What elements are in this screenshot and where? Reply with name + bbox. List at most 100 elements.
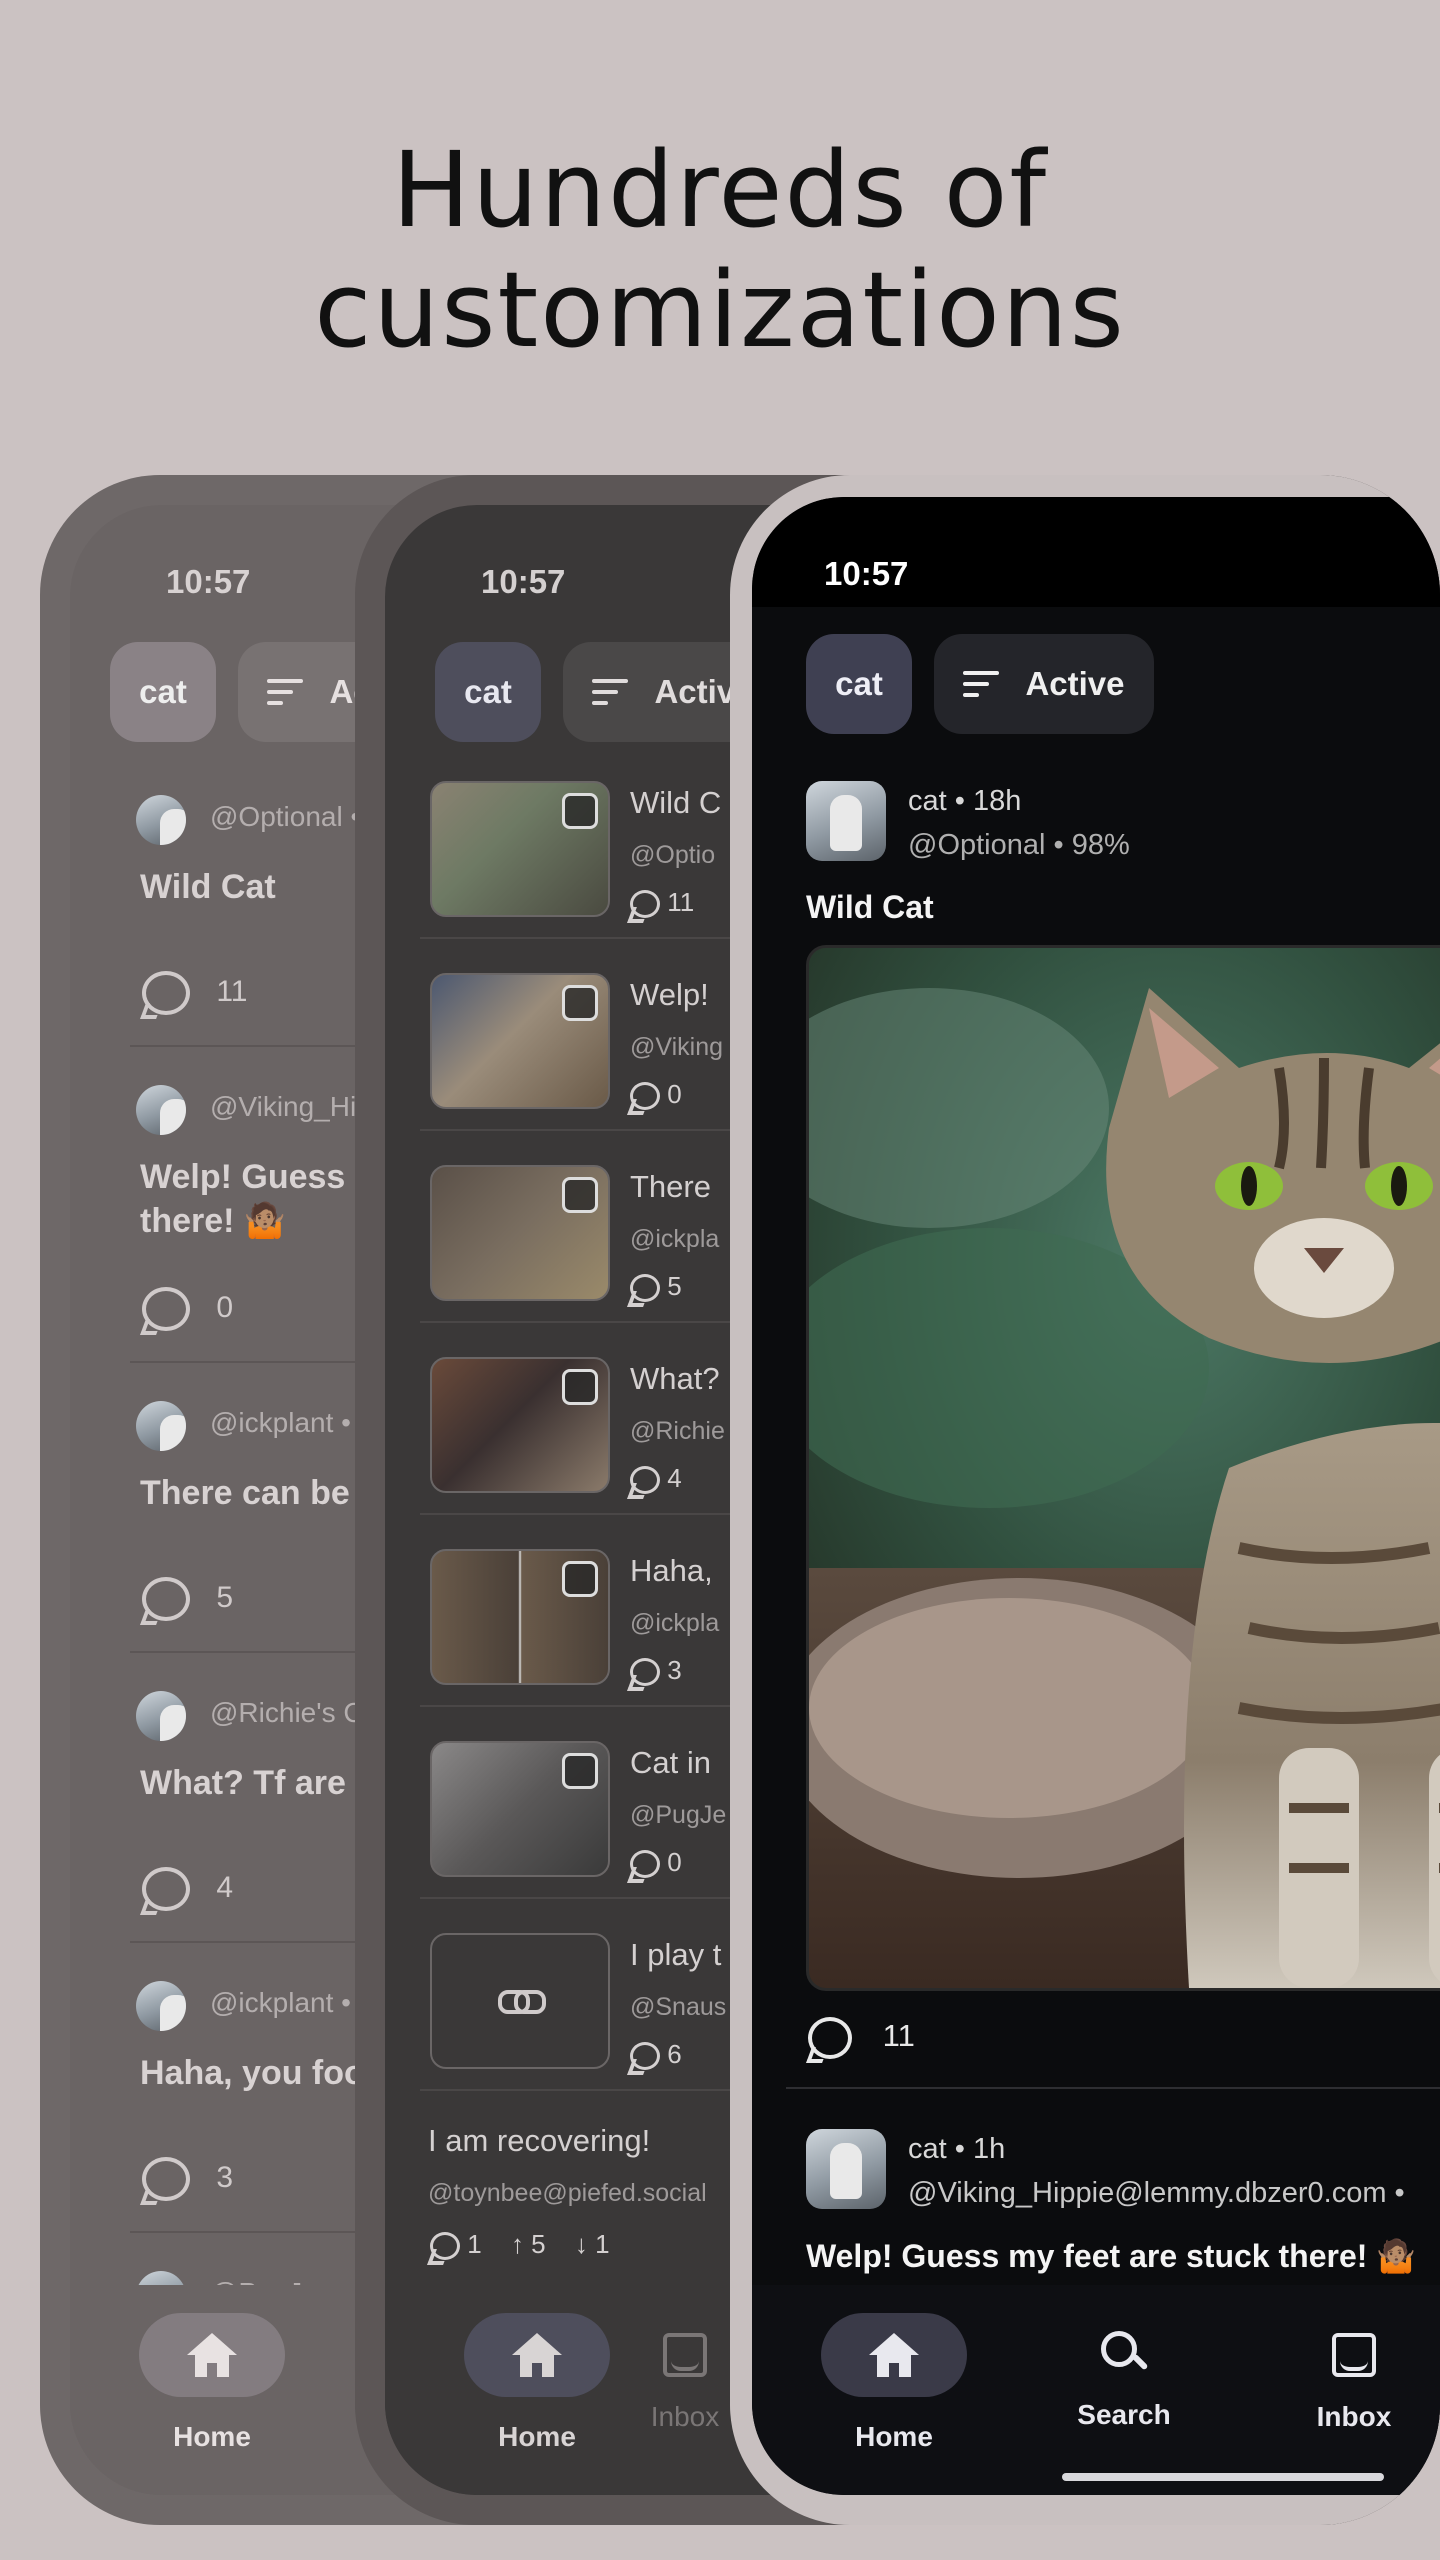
post-actions: 1 ↑ 5 ↓ 1 bbox=[430, 2229, 610, 2261]
comment-count[interactable]: 6 bbox=[630, 2039, 682, 2071]
post-meta: @PugJe bbox=[630, 1801, 727, 1829]
comment-count[interactable]: 4 bbox=[142, 1867, 233, 1911]
image-icon bbox=[562, 1369, 598, 1405]
sort-icon bbox=[963, 664, 1000, 704]
avatar bbox=[136, 1691, 186, 1741]
comment-count[interactable]: 5 bbox=[142, 1577, 233, 1621]
post-image[interactable] bbox=[806, 945, 1440, 1991]
nav-home[interactable]: Home bbox=[794, 2285, 994, 2453]
phone-front-screen: 10:57 cat Active cat • 18h @Optional • 9… bbox=[752, 497, 1440, 2495]
post-author[interactable]: @Optional • 98% bbox=[908, 829, 1130, 862]
inbox-icon bbox=[1332, 2333, 1376, 2377]
comment-count[interactable]: 4 bbox=[630, 1463, 682, 1495]
comment-count[interactable]: 11 bbox=[630, 887, 694, 919]
nav-inbox-label: Inbox bbox=[1316, 2401, 1392, 2432]
avatar bbox=[136, 1981, 186, 2031]
avatar[interactable] bbox=[806, 781, 886, 861]
post-thumbnail[interactable] bbox=[430, 1549, 610, 1685]
comment-count[interactable]: 0 bbox=[142, 1287, 233, 1331]
post-thumbnail[interactable] bbox=[430, 1165, 610, 1301]
status-time: 10:57 bbox=[824, 555, 909, 592]
post-meta: @ickpla bbox=[630, 1609, 720, 1637]
image-icon bbox=[562, 793, 598, 829]
avatar[interactable] bbox=[806, 2129, 886, 2209]
post-title[interactable]: Welp! Guess my feet are stuck there! 🤷🏽 bbox=[806, 2237, 1416, 2275]
comment-icon bbox=[630, 890, 660, 919]
nav-home-pill bbox=[821, 2313, 967, 2397]
comment-icon bbox=[630, 1658, 660, 1687]
nav-search[interactable]: Search bbox=[1024, 2285, 1224, 2431]
comment-count[interactable]: 3 bbox=[630, 1655, 682, 1687]
post-meta: @Viking bbox=[630, 1033, 724, 1061]
nav-home-pill bbox=[139, 2313, 285, 2397]
search-icon bbox=[1101, 2331, 1147, 2377]
sort-chip[interactable]: Active bbox=[934, 634, 1154, 734]
nav-home[interactable]: Home bbox=[112, 2285, 312, 2453]
status-time: 10:57 bbox=[481, 563, 566, 600]
headline: Hundreds of customizations bbox=[0, 130, 1440, 370]
post-title[interactable]: Wild Cat bbox=[806, 889, 934, 926]
post-title: There bbox=[630, 1169, 711, 1204]
gesture-bar[interactable] bbox=[1062, 2473, 1384, 2481]
home-icon bbox=[187, 2333, 237, 2377]
link-thumbnail[interactable] bbox=[430, 1933, 610, 2069]
post-community[interactable]: cat • 18h bbox=[908, 785, 1021, 818]
home-icon bbox=[512, 2333, 562, 2377]
comment-icon bbox=[808, 2017, 852, 2059]
comment-icon[interactable] bbox=[430, 2232, 460, 2261]
avatar bbox=[136, 1085, 186, 1135]
home-icon bbox=[869, 2333, 919, 2377]
cat-photo bbox=[809, 948, 1440, 1988]
downvote-icon[interactable]: ↓ bbox=[575, 2229, 588, 2259]
post-title: Cat in bbox=[630, 1745, 711, 1780]
community-chip-label: cat bbox=[835, 665, 883, 702]
divider bbox=[786, 2087, 1440, 2089]
post-title: Wild C bbox=[630, 785, 722, 820]
post-community[interactable]: cat • 1h bbox=[908, 2133, 1005, 2166]
nav-home-pill bbox=[464, 2313, 610, 2397]
comment-count[interactable]: 11 bbox=[808, 2017, 915, 2059]
post-thumbnail[interactable] bbox=[430, 1741, 610, 1877]
image-icon bbox=[562, 1561, 598, 1597]
headline-line-1: Hundreds of bbox=[391, 129, 1048, 251]
nav-inbox[interactable]: Inbox bbox=[1254, 2285, 1440, 2433]
post-meta: @Snaus bbox=[630, 1993, 727, 2021]
community-chip-label: cat bbox=[464, 673, 512, 710]
link-icon bbox=[498, 1990, 546, 2014]
post-author[interactable]: @Viking_Hippie@lemmy.dbzer0.com • bbox=[908, 2177, 1405, 2210]
post-title: I play t bbox=[630, 1937, 722, 1972]
comment-icon bbox=[142, 1287, 190, 1331]
comment-count[interactable]: 0 bbox=[630, 1079, 682, 1111]
community-chip-label: cat bbox=[139, 673, 187, 710]
comment-count[interactable]: 5 bbox=[630, 1271, 682, 1303]
post-meta: @ickpla bbox=[630, 1225, 720, 1253]
post-title: I am recovering! bbox=[428, 2123, 651, 2158]
post-thumbnail[interactable] bbox=[430, 973, 610, 1109]
post-title: What? bbox=[630, 1361, 720, 1396]
avatar bbox=[136, 795, 186, 845]
comment-count[interactable]: 11 bbox=[142, 971, 248, 1015]
comment-icon bbox=[142, 1577, 190, 1621]
community-chip[interactable]: cat bbox=[110, 642, 216, 742]
nav-home-label: Home bbox=[173, 2421, 251, 2452]
community-chip[interactable]: cat bbox=[806, 634, 912, 734]
nav-home[interactable]: Home bbox=[437, 2285, 637, 2453]
bottom-nav: Home Search Inbox bbox=[752, 2285, 1440, 2495]
post-title: Haha, bbox=[630, 1553, 713, 1588]
avatar bbox=[136, 1401, 186, 1451]
post-meta: @Optio bbox=[630, 841, 716, 869]
comment-count[interactable]: 0 bbox=[630, 1847, 682, 1879]
post-meta: @Richie bbox=[630, 1417, 725, 1445]
community-chip[interactable]: cat bbox=[435, 642, 541, 742]
comment-count[interactable]: 3 bbox=[142, 2157, 233, 2201]
post-thumbnail[interactable] bbox=[430, 1357, 610, 1493]
inbox-icon bbox=[663, 2333, 707, 2377]
phone-front: 10:57 cat Active cat • 18h @Optional • 9… bbox=[730, 475, 1440, 2525]
headline-line-2: customizations bbox=[314, 249, 1126, 371]
image-icon bbox=[562, 1177, 598, 1213]
comment-icon bbox=[142, 971, 190, 1015]
post-thumbnail[interactable] bbox=[430, 781, 610, 917]
upvote-icon[interactable]: ↑ bbox=[511, 2229, 524, 2259]
comment-icon bbox=[142, 2157, 190, 2201]
comment-icon bbox=[630, 1274, 660, 1303]
